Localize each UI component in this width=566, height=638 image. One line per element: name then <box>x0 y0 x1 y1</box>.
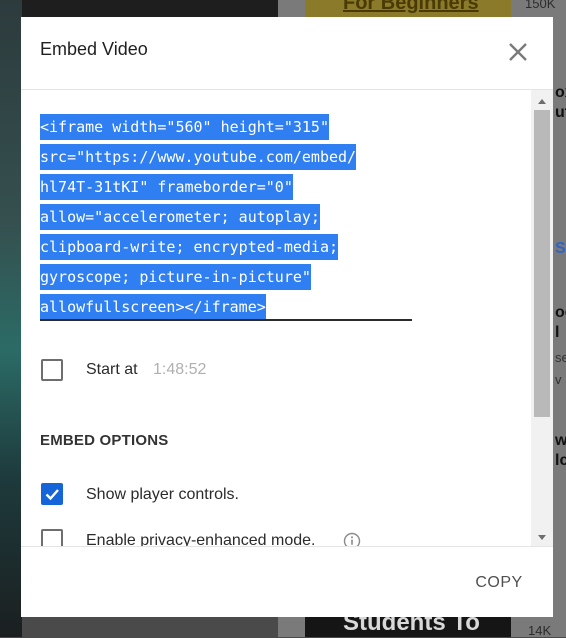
background-view-count: 150K <box>525 0 556 11</box>
embed-code-textarea[interactable]: <iframe width="560" height="315" src="ht… <box>40 112 412 322</box>
show-player-controls-label: Show player controls. <box>86 486 239 503</box>
embed-code-line: allowfullscreen></iframe> <box>40 294 266 320</box>
background-view-count: 14K <box>528 623 552 638</box>
background-text: oc <box>555 304 566 321</box>
info-icon[interactable] <box>343 532 361 546</box>
checkmark-icon <box>45 489 59 501</box>
background-text: lc <box>555 452 566 469</box>
embed-code-line: src="https://www.youtube.com/embed/ <box>40 144 357 170</box>
triangle-down-icon <box>538 535 546 540</box>
dialog-content: <iframe width="560" height="315" src="ht… <box>21 90 531 546</box>
background-header <box>22 0 278 17</box>
embed-code-line: gyroscope; picture-in-picture" <box>40 264 311 290</box>
background-text: v <box>555 372 562 387</box>
background-thumbnail-top: For Beginners <box>305 0 511 17</box>
scroll-down-button[interactable] <box>535 529 549 540</box>
embed-code-line: <iframe width="560" height="315" <box>40 114 329 140</box>
start-at-checkbox[interactable] <box>41 359 63 381</box>
embed-code-underline <box>40 319 412 321</box>
footer-divider <box>21 546 553 547</box>
close-icon <box>509 43 527 61</box>
start-time-input[interactable]: 1:48:52 <box>153 361 206 379</box>
triangle-up-icon <box>538 99 546 104</box>
background-text: se <box>555 350 566 365</box>
info-icon-graphic <box>343 532 361 546</box>
privacy-enhanced-label: Enable privacy-enhanced mode. <box>86 532 316 546</box>
embed-code-line: hl74T-31tKI" frameborder="0" <box>40 174 293 200</box>
embed-video-dialog: Embed Video <iframe width="560" height="… <box>21 17 553 617</box>
close-button[interactable] <box>505 39 531 65</box>
background-text: ox <box>555 84 566 101</box>
copy-button[interactable]: COPY <box>459 561 539 605</box>
embed-options-heading: EMBED OPTIONS <box>40 432 169 449</box>
background-text: w <box>555 432 566 449</box>
start-at-label: Start at <box>86 361 138 378</box>
background-thumbnail-bottom: Students To <box>305 617 511 637</box>
privacy-enhanced-checkbox[interactable] <box>41 529 63 546</box>
background-text: l <box>555 324 560 341</box>
embed-code-line: clipboard-write; encrypted-media; <box>40 234 339 260</box>
dialog-title: Embed Video <box>40 39 148 59</box>
background-text: SH <box>555 240 566 257</box>
background-thumbnail-title: For Beginners <box>343 0 479 14</box>
scroll-up-button[interactable] <box>535 94 549 104</box>
embed-code-line: allow="accelerometer; autoplay; <box>40 204 320 230</box>
scrollbar-thumb[interactable] <box>534 110 550 417</box>
background-text: ut <box>555 104 566 121</box>
show-player-controls-checkbox[interactable] <box>41 483 63 505</box>
background-thumbnail-title: Students To <box>343 617 480 636</box>
background-video-player <box>0 0 22 637</box>
